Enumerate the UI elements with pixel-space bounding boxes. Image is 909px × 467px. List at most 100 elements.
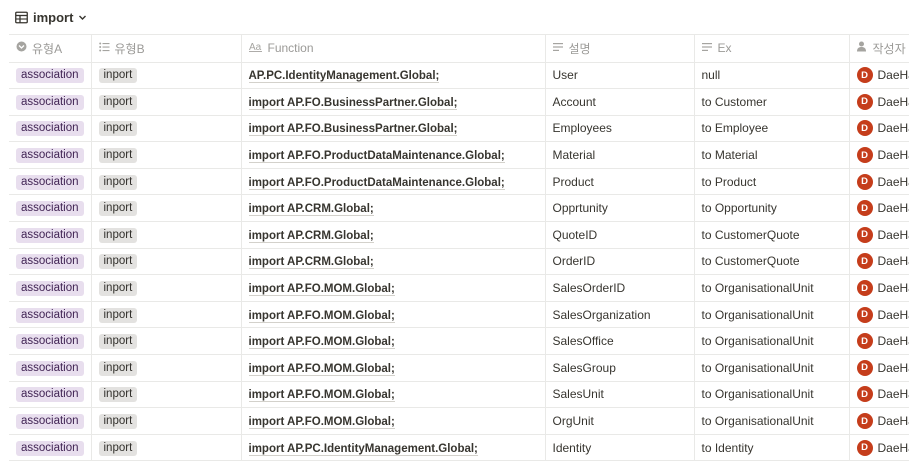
- cell-type-b[interactable]: inport: [91, 222, 241, 249]
- cell-type-b[interactable]: inport: [91, 275, 241, 302]
- cell-type-a[interactable]: association: [9, 328, 91, 355]
- cell-function[interactable]: import AP.PC.IdentityManagement.Global;: [241, 434, 545, 461]
- cell-type-b[interactable]: inport: [91, 195, 241, 222]
- cell-type-b[interactable]: inport: [91, 355, 241, 382]
- cell-type-b[interactable]: inport: [91, 328, 241, 355]
- cell-type-a[interactable]: association: [9, 168, 91, 195]
- cell-ex[interactable]: to Opportunity: [694, 195, 849, 222]
- cell-type-a[interactable]: association: [9, 195, 91, 222]
- cell-author[interactable]: DDaeHa: [849, 275, 909, 302]
- cell-ex[interactable]: null: [694, 62, 849, 89]
- column-header-description[interactable]: 설명: [545, 35, 694, 62]
- column-header-type-a[interactable]: 유형A: [9, 35, 91, 62]
- cell-ex[interactable]: to Product: [694, 168, 849, 195]
- cell-type-a[interactable]: association: [9, 62, 91, 89]
- cell-function[interactable]: import AP.FO.BusinessPartner.Global;: [241, 115, 545, 142]
- cell-type-a[interactable]: association: [9, 89, 91, 116]
- view-tab-import[interactable]: import: [15, 10, 87, 25]
- table-row[interactable]: associationinportimport AP.CRM.Global;Or…: [9, 248, 909, 275]
- cell-ex[interactable]: to Identity: [694, 434, 849, 461]
- cell-type-b[interactable]: inport: [91, 434, 241, 461]
- cell-ex[interactable]: to OrganisationalUnit: [694, 408, 849, 435]
- cell-function[interactable]: import AP.FO.MOM.Global;: [241, 301, 545, 328]
- cell-author[interactable]: DDaeHa: [849, 328, 909, 355]
- table-row[interactable]: associationinportimport AP.CRM.Global;Qu…: [9, 222, 909, 249]
- table-row[interactable]: associationinportimport AP.FO.MOM.Global…: [9, 408, 909, 435]
- cell-author[interactable]: DDaeHa: [849, 408, 909, 435]
- cell-description[interactable]: SalesGroup: [545, 355, 694, 382]
- cell-ex[interactable]: to OrganisationalUnit: [694, 328, 849, 355]
- cell-description[interactable]: Employees: [545, 115, 694, 142]
- column-header-author[interactable]: 작성자: [849, 35, 909, 62]
- column-header-function[interactable]: Aa Function: [241, 35, 545, 62]
- cell-author[interactable]: DDaeHa: [849, 248, 909, 275]
- cell-type-a[interactable]: association: [9, 408, 91, 435]
- cell-ex[interactable]: to CustomerQuote: [694, 248, 849, 275]
- table-row[interactable]: associationinportimport AP.PC.IdentityMa…: [9, 434, 909, 461]
- cell-author[interactable]: DDaeHa: [849, 301, 909, 328]
- cell-function[interactable]: import AP.FO.BusinessPartner.Global;: [241, 89, 545, 116]
- cell-type-b[interactable]: inport: [91, 168, 241, 195]
- cell-type-a[interactable]: association: [9, 142, 91, 169]
- cell-author[interactable]: DDaeHa: [849, 434, 909, 461]
- cell-description[interactable]: Account: [545, 89, 694, 116]
- cell-function[interactable]: import AP.CRM.Global;: [241, 248, 545, 275]
- cell-author[interactable]: DDaeHa: [849, 222, 909, 249]
- cell-author[interactable]: DDaeHa: [849, 62, 909, 89]
- cell-type-b[interactable]: inport: [91, 248, 241, 275]
- table-row[interactable]: associationinportimport AP.FO.MOM.Global…: [9, 355, 909, 382]
- cell-type-a[interactable]: association: [9, 222, 91, 249]
- table-row[interactable]: associationinportimport AP.FO.ProductDat…: [9, 142, 909, 169]
- cell-description[interactable]: SalesUnit: [545, 381, 694, 408]
- cell-description[interactable]: SalesOffice: [545, 328, 694, 355]
- cell-ex[interactable]: to OrganisationalUnit: [694, 275, 849, 302]
- cell-type-a[interactable]: association: [9, 248, 91, 275]
- table-row[interactable]: associationinportimport AP.FO.MOM.Global…: [9, 328, 909, 355]
- cell-type-a[interactable]: association: [9, 301, 91, 328]
- cell-function[interactable]: AP.PC.IdentityManagement.Global;: [241, 62, 545, 89]
- cell-function[interactable]: import AP.FO.MOM.Global;: [241, 355, 545, 382]
- cell-description[interactable]: Identity: [545, 434, 694, 461]
- cell-function[interactable]: import AP.FO.MOM.Global;: [241, 408, 545, 435]
- cell-type-b[interactable]: inport: [91, 301, 241, 328]
- cell-author[interactable]: DDaeHa: [849, 142, 909, 169]
- column-header-ex[interactable]: Ex: [694, 35, 849, 62]
- cell-function[interactable]: import AP.FO.MOM.Global;: [241, 328, 545, 355]
- cell-description[interactable]: User: [545, 62, 694, 89]
- cell-description[interactable]: QuoteID: [545, 222, 694, 249]
- cell-type-b[interactable]: inport: [91, 142, 241, 169]
- cell-type-b[interactable]: inport: [91, 89, 241, 116]
- cell-function[interactable]: import AP.FO.MOM.Global;: [241, 275, 545, 302]
- cell-type-a[interactable]: association: [9, 434, 91, 461]
- cell-author[interactable]: DDaeHa: [849, 195, 909, 222]
- column-header-type-b[interactable]: 유형B: [91, 35, 241, 62]
- cell-function[interactable]: import AP.FO.ProductDataMaintenance.Glob…: [241, 168, 545, 195]
- cell-type-a[interactable]: association: [9, 275, 91, 302]
- cell-function[interactable]: import AP.FO.ProductDataMaintenance.Glob…: [241, 142, 545, 169]
- cell-description[interactable]: SalesOrganization: [545, 301, 694, 328]
- table-row[interactable]: associationinportimport AP.FO.BusinessPa…: [9, 115, 909, 142]
- cell-ex[interactable]: to CustomerQuote: [694, 222, 849, 249]
- cell-ex[interactable]: to OrganisationalUnit: [694, 381, 849, 408]
- cell-description[interactable]: OrgUnit: [545, 408, 694, 435]
- cell-type-a[interactable]: association: [9, 381, 91, 408]
- cell-function[interactable]: import AP.CRM.Global;: [241, 222, 545, 249]
- cell-function[interactable]: import AP.FO.MOM.Global;: [241, 381, 545, 408]
- cell-description[interactable]: OrderID: [545, 248, 694, 275]
- cell-ex[interactable]: to Employee: [694, 115, 849, 142]
- cell-author[interactable]: DDaeHa: [849, 168, 909, 195]
- cell-description[interactable]: Product: [545, 168, 694, 195]
- cell-ex[interactable]: to OrganisationalUnit: [694, 301, 849, 328]
- cell-type-b[interactable]: inport: [91, 408, 241, 435]
- cell-ex[interactable]: to OrganisationalUnit: [694, 355, 849, 382]
- cell-ex[interactable]: to Customer: [694, 89, 849, 116]
- cell-description[interactable]: SalesOrderID: [545, 275, 694, 302]
- cell-function[interactable]: import AP.CRM.Global;: [241, 195, 545, 222]
- table-row[interactable]: associationinportimport AP.CRM.Global;Op…: [9, 195, 909, 222]
- cell-type-a[interactable]: association: [9, 115, 91, 142]
- cell-author[interactable]: DDaeHa: [849, 381, 909, 408]
- cell-type-b[interactable]: inport: [91, 381, 241, 408]
- cell-ex[interactable]: to Material: [694, 142, 849, 169]
- table-row[interactable]: associationinportimport AP.FO.MOM.Global…: [9, 275, 909, 302]
- table-row[interactable]: associationinportimport AP.FO.BusinessPa…: [9, 89, 909, 116]
